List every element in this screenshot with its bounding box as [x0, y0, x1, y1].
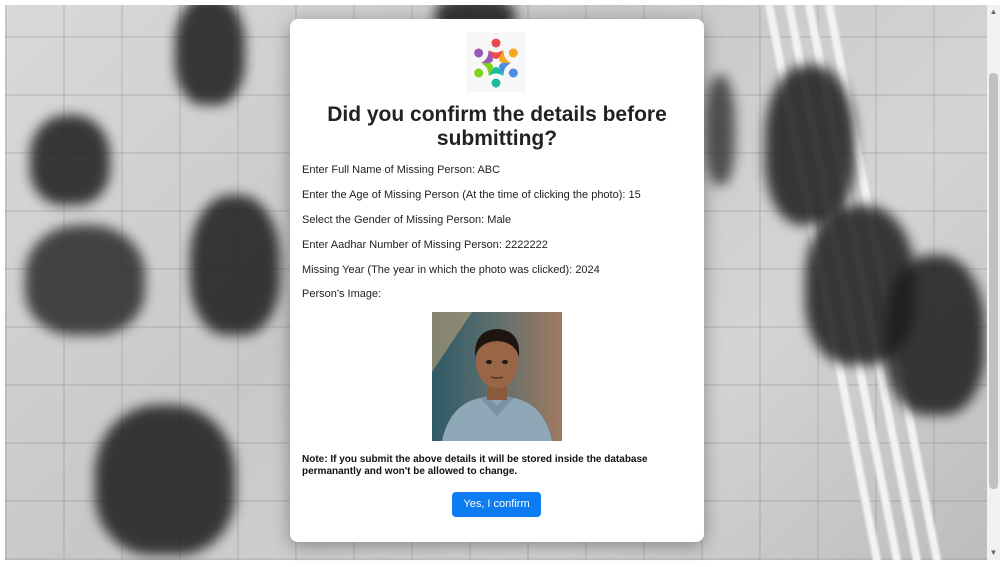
scrollbar[interactable]: ▲ ▼ — [987, 5, 1000, 560]
detail-aadhar-number: Enter Aadhar Number of Missing Person: 2… — [302, 238, 548, 252]
detail-label: Missing Year (The year in which the phot… — [302, 264, 573, 276]
detail-missing-year: Missing Year (The year in which the phot… — [302, 263, 600, 277]
people-circle-logo-icon — [466, 32, 526, 92]
confirm-button[interactable]: Yes, I confirm — [452, 492, 541, 517]
scrollbar-thumb[interactable] — [989, 73, 998, 489]
detail-full-name: Enter Full Name of Missing Person: ABC — [302, 163, 500, 177]
detail-value: ABC — [477, 164, 501, 176]
detail-label: Enter the Age of Missing Person (At the … — [302, 189, 626, 201]
arrow-down-icon[interactable]: ▼ — [987, 546, 1000, 560]
detail-value: 2024 — [575, 264, 600, 276]
dialog-title: Did you confirm the details before submi… — [327, 103, 667, 150]
person-photo — [432, 312, 562, 441]
detail-value: Male — [487, 214, 512, 226]
detail-label: Enter Aadhar Number of Missing Person: — [302, 239, 502, 251]
arrow-up-icon[interactable]: ▲ — [987, 5, 1000, 19]
person-image-label: Person's Image: — [302, 288, 382, 300]
detail-value: 2222222 — [505, 239, 548, 251]
detail-gender: Select the Gender of Missing Person: Mal… — [302, 213, 511, 227]
warning-note: Note: If you submit the above details it… — [302, 454, 648, 477]
confirmation-dialog: Did you confirm the details before submi… — [290, 19, 704, 542]
detail-label: Select the Gender of Missing Person: — [302, 214, 485, 226]
detail-age: Enter the Age of Missing Person (At the … — [302, 188, 641, 202]
detail-label: Enter Full Name of Missing Person: — [302, 164, 476, 176]
detail-value: 15 — [628, 189, 641, 201]
